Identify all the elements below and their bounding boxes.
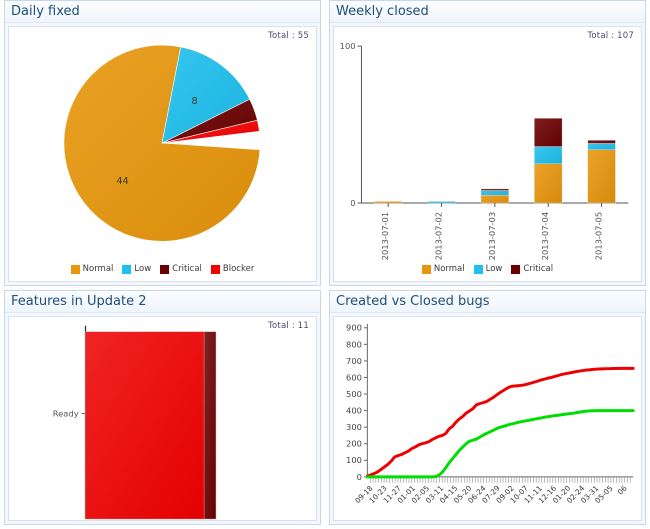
bar-segment-low[interactable] [534,146,563,165]
daily-fixed-legend: Normal Low Critical Blocker [9,264,316,274]
x-tick-label: 2013-07-01 [380,212,390,260]
panel-created-vs-closed-body: 0 100 200 300 400 500 600 700 800 900 09-18 10-23 11… [333,316,642,521]
panel-features-body: Total : 11 Ready [8,316,317,521]
bar-segment-normal[interactable] [374,201,403,204]
panel-features: Features in Update 2 Total : 11 Ready [0,290,325,529]
bar-segment-normal[interactable] [480,194,509,204]
x-tick-label: 2013-07-05 [594,212,604,260]
panel-created-vs-closed-inner: Created vs Closed bugs 0 100 200 300 400 500 6… [329,290,646,525]
y-tick-label: 400 [346,406,362,416]
y-tick-label: 300 [346,422,362,432]
panel-daily-fixed: Daily fixed Total : 55 44 8 Normal Low Crit… [0,0,325,290]
bar-segment-critical[interactable] [534,118,563,147]
legend-item-blocker[interactable]: Blocker [210,264,255,274]
legend-swatch-icon [210,264,220,274]
bar-segment-critical[interactable] [480,188,509,191]
hbar-segment-1[interactable] [203,331,217,520]
weekly-closed-total: Total : 107 [587,31,634,41]
line-series-created[interactable] [365,366,635,478]
y-tick-label: 500 [346,389,362,399]
dashboard: Daily fixed Total : 55 44 8 Normal Low Crit… [0,0,650,529]
daily-fixed-total: Total : 55 [268,31,309,41]
x-tick-label: 2013-07-04 [540,212,550,260]
y-tick-label: 900 [346,323,362,333]
panel-created-vs-closed-title: Created vs Closed bugs [330,291,645,313]
bar-segment-normal[interactable] [534,163,563,204]
bar-segment-low[interactable] [427,201,456,204]
y-tick-label: 100 [340,41,356,51]
weekly-closed-bar-chart[interactable]: 0 100 2013-07-01 2013-07-02 2013-07-03 2013-0… [334,27,641,281]
weekly-closed-legend: Normal Low Critical [334,264,641,274]
y-tick-label: 200 [346,439,362,449]
line-series-closed[interactable] [365,409,635,479]
features-total: Total : 11 [268,321,309,331]
panel-weekly-closed-title: Weekly closed [330,1,645,23]
legend-swatch-icon [70,264,80,274]
bar-segment-low[interactable] [587,143,616,150]
legend-item-low[interactable]: Low [473,264,503,274]
legend-swatch-icon [473,264,483,274]
x-tick-label: 2013-07-03 [487,212,497,260]
panel-created-vs-closed: Created vs Closed bugs 0 100 200 300 400 500 6… [325,290,650,529]
legend-label: Critical [523,264,554,274]
legend-label: Low [485,264,503,274]
features-bar-chart[interactable]: Ready [9,317,316,520]
hbar-segment-0[interactable] [85,331,205,520]
panel-daily-fixed-body: Total : 55 44 8 Normal Low Critical Blocker [8,26,317,282]
legend-label: Normal [82,264,114,274]
panel-daily-fixed-title: Daily fixed [5,1,320,23]
y-tick-label: 0 [357,472,362,482]
x-tick-label: 2013-07-02 [433,212,443,260]
panel-weekly-closed: Weekly closed Total : 107 0 100 2013-07-01… [325,0,650,290]
legend-label: Blocker [222,264,255,274]
y-tick-label: 700 [346,356,362,366]
y-tick-label: 600 [346,372,362,382]
legend-label: Low [134,264,152,274]
legend-swatch-icon [511,264,521,274]
legend-swatch-icon [122,264,132,274]
y-tick-label: Ready [53,409,79,419]
legend-item-normal[interactable]: Normal [421,264,465,274]
y-tick-label: 800 [346,339,362,349]
bar-segment-low[interactable] [480,190,509,196]
pie-value-label: 44 [116,176,128,187]
legend-item-critical[interactable]: Critical [160,264,202,274]
legend-item-normal[interactable]: Normal [70,264,114,274]
legend-item-critical[interactable]: Critical [511,264,553,274]
y-tick-label: 100 [346,455,362,465]
created-vs-closed-line-chart[interactable]: 010020030040050060070080090009-1810-2311… [334,317,641,520]
y-tick-label: 0 [350,198,355,208]
daily-fixed-pie-chart[interactable]: 44 8 [9,27,316,281]
legend-swatch-icon [421,264,431,274]
panel-features-inner: Features in Update 2 Total : 11 Ready [4,290,321,525]
bar-segment-critical[interactable] [587,140,616,144]
legend-item-low[interactable]: Low [122,264,151,274]
panel-weekly-closed-body: Total : 107 0 100 2013-07-01 2013-07-02 2013… [333,26,642,282]
bar-segment-normal[interactable] [587,149,616,204]
legend-label: Critical [172,264,202,274]
legend-label: Normal [433,264,465,274]
panel-features-title: Features in Update 2 [5,291,320,313]
pie-value-label: 8 [191,96,197,107]
legend-swatch-icon [160,264,170,274]
panel-daily-fixed-inner: Daily fixed Total : 55 44 8 Normal Low Crit… [4,0,321,286]
x-tick-label: 06 [616,483,629,496]
panel-weekly-closed-inner: Weekly closed Total : 107 0 100 2013-07-01… [329,0,646,286]
